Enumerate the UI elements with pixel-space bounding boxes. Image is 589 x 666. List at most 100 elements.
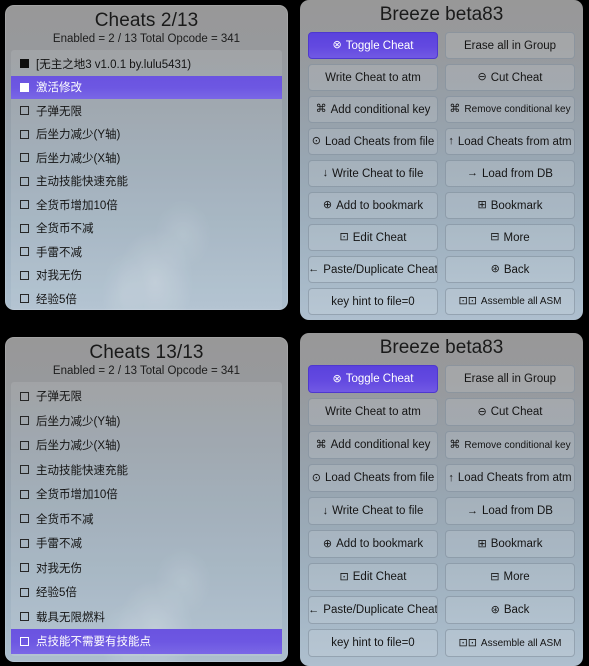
checkbox-icon[interactable] [20, 59, 29, 69]
checkbox-icon[interactable] [20, 200, 29, 210]
cheat-list-item[interactable]: 经验5倍 [11, 287, 282, 310]
breeze-button[interactable]: ⌘ Add conditional key [308, 431, 438, 459]
breeze-button[interactable]: ↑ Load Cheats from atm [445, 464, 575, 492]
checkbox-icon[interactable] [20, 416, 29, 426]
breeze-button[interactable]: ⌘ Remove conditional key [445, 431, 575, 459]
toggle-icon: ⊗ [332, 372, 342, 385]
breeze-button[interactable]: Write Cheat to atm [308, 398, 438, 426]
breeze-button[interactable]: ⊗ Toggle Cheat [308, 365, 438, 393]
breeze-button[interactable]: → Load from DB [445, 497, 575, 525]
back-icon: ⊛ [490, 603, 500, 616]
breeze-button[interactable]: ⊡⊡ Assemble all ASM [445, 288, 575, 315]
breeze-button[interactable]: ⊡ Edit Cheat [308, 563, 438, 591]
breeze-button[interactable]: ⊡ Edit Cheat [308, 224, 438, 251]
checkbox-icon[interactable] [20, 636, 29, 646]
checkbox-icon[interactable] [20, 489, 29, 499]
cheat-list-item[interactable]: 点技能不需要有技能点 [11, 629, 282, 654]
breeze-button-label: key hint to file=0 [331, 295, 415, 308]
cheat-list-item[interactable]: 载具无限燃料 [11, 605, 282, 630]
cheats-subtitle: Enabled = 2 / 13 Total Opcode = 341 [52, 33, 241, 45]
cheat-list-item[interactable]: 全货币增加10倍 [11, 482, 282, 507]
cheat-list-item[interactable]: 后坐力减少(X轴) [11, 433, 282, 458]
breeze-button[interactable]: ⌘ Add conditional key [308, 96, 438, 123]
cheat-list-item[interactable]: 对我无伤 [11, 556, 282, 581]
breeze-button[interactable]: Erase all in Group [445, 32, 575, 59]
breeze-button[interactable]: ⌘ Remove conditional key [445, 96, 575, 123]
cheats-panel: Cheats 13/13 Enabled = 2 / 13 Total Opco… [5, 337, 288, 662]
cheat-list-item[interactable]: 手雷不减 [11, 531, 282, 556]
breeze-button-label: Write Cheat to atm [325, 71, 421, 84]
breeze-button[interactable]: ⊛ Back [445, 596, 575, 624]
breeze-button[interactable]: ⊟ More [445, 563, 575, 591]
cheat-list-item[interactable]: 后坐力减少(Y轴) [11, 409, 282, 434]
checkbox-icon[interactable] [20, 514, 29, 524]
breeze-button[interactable]: ⊛ Back [445, 256, 575, 283]
arrow-up-icon: ↑ [448, 135, 454, 147]
checkbox-icon[interactable] [20, 440, 29, 450]
checkbox-icon[interactable] [20, 129, 29, 139]
arrow-down-icon: ↓ [322, 504, 329, 517]
breeze-button[interactable]: ⊟ More [445, 224, 575, 251]
breeze-button[interactable]: ⊕ Add to bookmark [308, 192, 438, 219]
breeze-button[interactable]: ← Paste/Duplicate Cheat [308, 256, 438, 283]
checkbox-icon[interactable] [20, 82, 29, 92]
breeze-button[interactable]: ↓ Write Cheat to file [308, 160, 438, 187]
cheat-list-item[interactable]: 经验5倍 [11, 580, 282, 605]
checkbox-icon[interactable] [20, 270, 29, 280]
cheat-list-item[interactable]: 后坐力减少(X轴) [11, 146, 282, 170]
checkbox-icon[interactable] [20, 391, 29, 401]
breeze-button[interactable]: ↓ Write Cheat to file [308, 497, 438, 525]
checkbox-icon[interactable] [20, 223, 29, 233]
breeze-button-label: Write Cheat to file [332, 505, 424, 517]
cheat-item-label: 对我无伤 [36, 270, 82, 283]
more-icon: ⊟ [490, 570, 500, 583]
breeze-button[interactable]: ⊞ Bookmark [445, 530, 575, 558]
breeze-button-label: Write Cheat to file [332, 167, 424, 180]
breeze-button[interactable]: ⊖ Cut Cheat [445, 398, 575, 426]
breeze-button[interactable]: Write Cheat to atm [308, 64, 438, 91]
cheat-list-item[interactable]: 全货币增加10倍 [11, 193, 282, 217]
cheat-list-item[interactable]: 全货币不减 [11, 507, 282, 532]
checkbox-icon[interactable] [20, 612, 29, 622]
checkbox-icon[interactable] [20, 176, 29, 186]
cheat-list-item[interactable]: 激活修改 [11, 75, 282, 99]
checkbox-icon[interactable] [20, 106, 29, 116]
breeze-button[interactable]: ⊗ Toggle Cheat [308, 32, 438, 59]
breeze-button[interactable]: ⊖ Cut Cheat [445, 64, 575, 91]
cheat-list-item[interactable]: 主动技能快速充能 [11, 458, 282, 483]
checkbox-icon[interactable] [20, 563, 29, 573]
key-icon: ⌘ [449, 103, 461, 115]
cheat-list-item[interactable]: 对我无伤 [11, 264, 282, 288]
cheat-list-item[interactable]: 后坐力减少(Y轴) [11, 123, 282, 147]
breeze-button-label: Edit Cheat [352, 231, 407, 244]
breeze-button-label: Add to bookmark [336, 538, 424, 550]
breeze-button[interactable]: Erase all in Group [445, 365, 575, 393]
checkbox-icon[interactable] [20, 294, 29, 304]
checkbox-icon[interactable] [20, 153, 29, 163]
checkbox-icon[interactable] [20, 538, 29, 548]
cheat-list-item[interactable]: [无主之地3 v1.0.1 by.lulu5431) [11, 52, 282, 76]
breeze-button[interactable]: ← Paste/Duplicate Cheat [308, 596, 438, 624]
cheat-list-item[interactable]: 子弹无限 [11, 384, 282, 409]
cheat-list-item[interactable]: 子弹无限 [11, 99, 282, 123]
breeze-button-label: Load Cheats from file [324, 135, 435, 148]
breeze-button[interactable]: key hint to file=0 [308, 629, 438, 657]
cheat-list-item[interactable]: 主动技能快速充能 [11, 170, 282, 194]
cheat-item-label: 点技能不需要有技能点 [36, 636, 151, 649]
breeze-button[interactable]: ⊙ Load Cheats from file [308, 128, 438, 155]
breeze-button[interactable]: ⊡⊡ Assemble all ASM [445, 629, 575, 657]
breeze-panel: Breeze beta83 ⊗ Toggle Cheat Erase all in … [300, 333, 583, 666]
breeze-button[interactable]: key hint to file=0 [308, 288, 438, 315]
breeze-button[interactable]: ⊕ Add to bookmark [308, 530, 438, 558]
cheat-list-item[interactable]: 全货币不减 [11, 217, 282, 241]
cheat-list-item[interactable]: 手雷不减 [11, 240, 282, 264]
cut-icon: ⊖ [477, 405, 487, 418]
breeze-button[interactable]: → Load from DB [445, 160, 575, 187]
breeze-button[interactable]: ⊙ Load Cheats from file [308, 464, 438, 492]
breeze-button[interactable]: ↑ Load Cheats from atm [445, 128, 575, 155]
checkbox-icon[interactable] [20, 465, 29, 475]
checkbox-icon[interactable] [20, 247, 29, 257]
checkbox-icon[interactable] [20, 587, 29, 597]
clock-icon: ⊙ [311, 471, 321, 484]
breeze-button[interactable]: ⊞ Bookmark [445, 192, 575, 219]
